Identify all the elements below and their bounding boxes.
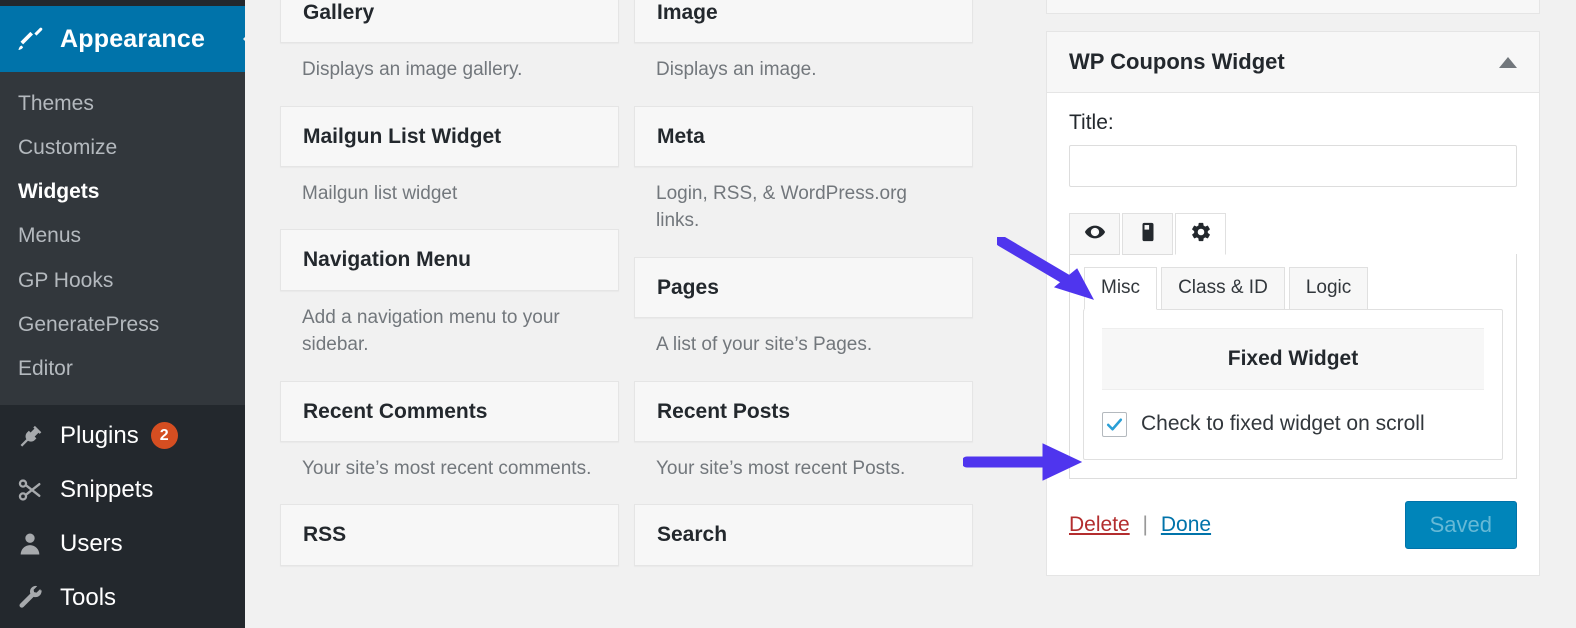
widget-title: Navigation Menu	[303, 247, 596, 272]
sidebar-widgets-panel: WP Coupons Widget Title:	[1040, 0, 1576, 628]
widget-card-rss[interactable]: RSS	[280, 504, 619, 565]
sidebar-item-label: Appearance	[60, 25, 205, 54]
widget-title: Search	[657, 522, 950, 547]
mobile-icon	[1137, 221, 1159, 248]
widget-panel-title: WP Coupons Widget	[1069, 49, 1285, 75]
delete-link[interactable]: Delete	[1069, 513, 1130, 536]
widget-title: Mailgun List Widget	[303, 124, 596, 149]
wp-coupons-widget-panel: WP Coupons Widget Title:	[1046, 31, 1540, 576]
plug-icon	[16, 422, 50, 450]
widget-card-search[interactable]: Search	[634, 504, 973, 565]
submenu-item-customize[interactable]: Customize	[0, 126, 245, 170]
fixed-widget-checkbox-row: Check to fixed widget on scroll	[1102, 412, 1484, 437]
widget-title: Recent Posts	[657, 399, 950, 424]
widget-description: A list of your site’s Pages.	[634, 331, 973, 359]
sidebar-item-label: Plugins	[60, 422, 139, 450]
admin-sidebar: Appearance Themes Customize Widgets Menu…	[0, 0, 245, 628]
available-widgets-grid: Gallery Displays an image gallery. Mailg…	[280, 0, 1040, 579]
widget-title: Image	[657, 0, 950, 25]
submenu-item-generatepress[interactable]: GeneratePress	[0, 303, 245, 347]
widget-card-above-partial[interactable]	[1046, 0, 1540, 14]
submenu-item-themes[interactable]: Themes	[0, 82, 245, 126]
widget-card-navigation-menu[interactable]: Navigation Menu	[280, 229, 619, 290]
checkmark-icon	[1105, 415, 1124, 434]
misc-tab-panel: Fixed Widget Check to fixed widget on sc…	[1083, 309, 1503, 460]
sidebar-item-tools[interactable]: Tools	[0, 571, 245, 625]
available-widgets-area: Gallery Displays an image gallery. Mailg…	[245, 0, 1040, 628]
widget-description: Displays an image.	[634, 56, 973, 84]
submenu-item-menus[interactable]: Menus	[0, 214, 245, 258]
widget-description: Displays an image gallery.	[280, 56, 619, 84]
widget-sub-tab-bar: Misc Class & ID Logic	[1084, 267, 1503, 310]
wp-coupons-widget-body: Title:	[1047, 93, 1539, 575]
sidebar-item-label: Users	[60, 530, 123, 558]
wrench-icon	[16, 584, 50, 612]
sidebar-item-snippets[interactable]: Snippets	[0, 463, 245, 517]
widget-card-pages[interactable]: Pages	[634, 257, 973, 318]
widget-description: Login, RSS, & WordPress.org links.	[634, 180, 973, 235]
widget-title: Meta	[657, 124, 950, 149]
appearance-submenu: Themes Customize Widgets Menus GP Hooks …	[0, 72, 245, 405]
user-icon	[16, 530, 50, 558]
done-link[interactable]: Done	[1161, 513, 1211, 536]
widget-description: Your site’s most recent comments.	[280, 455, 619, 483]
tab-visibility[interactable]	[1069, 213, 1120, 255]
submenu-item-widgets[interactable]: Widgets	[0, 170, 245, 214]
submenu-item-editor[interactable]: Editor	[0, 347, 245, 391]
scissors-icon	[16, 476, 50, 504]
wordpress-widgets-screen: Appearance Themes Customize Widgets Menu…	[0, 0, 1576, 628]
widget-title: Gallery	[303, 0, 596, 25]
title-field-label: Title:	[1069, 111, 1517, 135]
widget-card-image[interactable]: Image	[634, 0, 973, 43]
widget-title: Recent Comments	[303, 399, 596, 424]
widget-footer-actions: Delete | Done Saved	[1069, 479, 1517, 555]
widgets-left-column: Gallery Displays an image gallery. Mailg…	[280, 0, 619, 579]
widget-description: Mailgun list widget	[280, 180, 619, 208]
widget-description: Your site’s most recent Posts.	[634, 455, 973, 483]
widget-card-mailgun-list-widget[interactable]: Mailgun List Widget	[280, 106, 619, 167]
footer-links: Delete | Done	[1069, 513, 1211, 537]
tab-class-and-id[interactable]: Class & ID	[1161, 267, 1285, 310]
eye-icon	[1084, 221, 1106, 248]
fixed-widget-checkbox-label: Check to fixed widget on scroll	[1141, 412, 1425, 436]
save-button[interactable]: Saved	[1405, 501, 1517, 549]
link-separator: |	[1143, 513, 1148, 536]
widget-icon-tab-bar	[1069, 213, 1517, 255]
widget-title: RSS	[303, 522, 596, 547]
admin-menu-list: Plugins 2 Snippets	[0, 405, 245, 628]
tab-settings[interactable]	[1175, 213, 1226, 255]
sidebar-item-label: Tools	[60, 584, 116, 612]
widget-card-meta[interactable]: Meta	[634, 106, 973, 167]
plugins-update-badge: 2	[151, 422, 178, 449]
fixed-widget-checkbox[interactable]	[1102, 412, 1127, 437]
wp-coupons-widget-header[interactable]: WP Coupons Widget	[1047, 32, 1539, 93]
widget-title: Pages	[657, 275, 950, 300]
menu-pointer-arrow	[216, 6, 246, 72]
title-input[interactable]	[1069, 145, 1517, 187]
sidebar-item-appearance[interactable]: Appearance	[0, 6, 245, 72]
widgets-right-column: Image Displays an image. Meta Login, RSS…	[634, 0, 973, 579]
widget-card-gallery[interactable]: Gallery	[280, 0, 619, 43]
brush-icon	[16, 24, 50, 54]
sidebar-item-users[interactable]: Users	[0, 517, 245, 571]
sidebar-item-label: Snippets	[60, 476, 153, 504]
fixed-widget-section-title: Fixed Widget	[1102, 328, 1484, 390]
tab-logic[interactable]: Logic	[1289, 267, 1368, 310]
triangle-up-icon[interactable]	[1499, 57, 1517, 68]
gear-icon	[1190, 221, 1212, 248]
submenu-item-gp-hooks[interactable]: GP Hooks	[0, 259, 245, 303]
tab-mobile[interactable]	[1122, 213, 1173, 255]
widget-card-recent-posts[interactable]: Recent Posts	[634, 381, 973, 442]
widget-card-recent-comments[interactable]: Recent Comments	[280, 381, 619, 442]
tab-misc[interactable]: Misc	[1084, 267, 1157, 310]
widget-description: Add a navigation menu to your sidebar.	[280, 304, 619, 359]
sidebar-item-plugins[interactable]: Plugins 2	[0, 409, 245, 463]
widget-settings-box: Misc Class & ID Logic Fixed Widget	[1069, 254, 1517, 479]
